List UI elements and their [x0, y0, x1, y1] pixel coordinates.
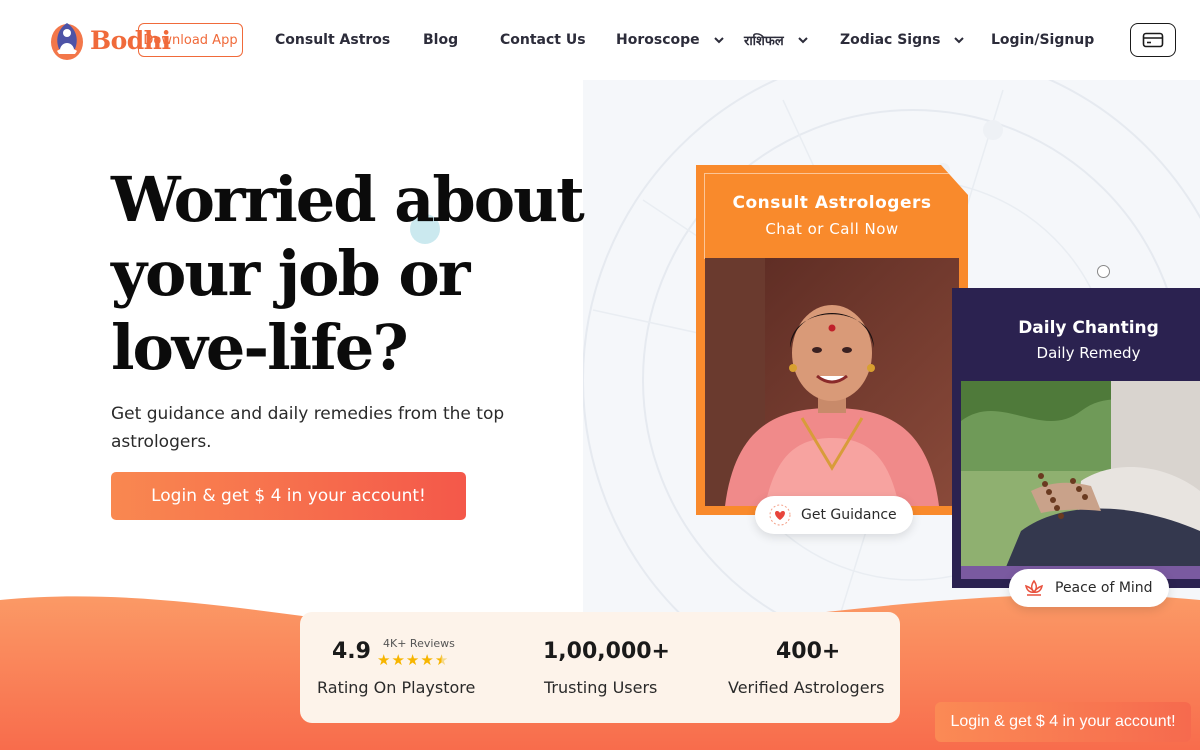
chevron-down-icon — [954, 37, 965, 44]
stat-rating: 4.9 4K+ Reviews ★ ★ ★ ★ ★ Rating On Play… — [300, 612, 490, 723]
wallet-button[interactable] — [1130, 23, 1176, 57]
rating-value: 4.9 — [332, 639, 371, 664]
reviews-count: 4K+ Reviews — [383, 637, 455, 650]
nav-consult-astros[interactable]: Consult Astros — [275, 0, 390, 80]
nav-zodiac-dropdown[interactable]: Zodiac Signs — [840, 0, 966, 80]
get-guidance-label: Get Guidance — [801, 507, 897, 523]
stats-panel: 4.9 4K+ Reviews ★ ★ ★ ★ ★ Rating On Play… — [300, 612, 900, 723]
floating-login-cta-button[interactable]: Login & get $ 4 in your account! — [935, 702, 1191, 742]
half-star-icon: ★ — [434, 651, 449, 669]
stat-astrologers: 400+ Verified Astrologers — [710, 612, 900, 723]
chevron-down-icon — [713, 37, 724, 44]
download-app-button[interactable]: Download App — [138, 23, 243, 57]
rating-label: Rating On Playstore — [317, 678, 476, 697]
nav-horoscope-label: Horoscope — [616, 32, 700, 48]
nav-horoscope-dropdown[interactable]: Horoscope — [616, 0, 726, 80]
nav-blog-label: Blog — [423, 32, 459, 48]
hero-login-cta-button[interactable]: Login & get $ 4 in your account! — [111, 472, 466, 520]
astrologers-value: 400+ — [776, 639, 841, 664]
credit-card-icon — [1142, 32, 1164, 48]
nav-login-label: Login/Signup — [991, 32, 1095, 48]
nav-zodiac-label: Zodiac Signs — [840, 32, 941, 48]
nav-consult-label: Consult Astros — [275, 32, 391, 48]
decorative-circle — [1097, 265, 1110, 278]
astrologers-label: Verified Astrologers — [728, 678, 885, 697]
users-label: Trusting Users — [544, 678, 658, 697]
star-icon: ★ — [420, 651, 434, 669]
stat-users: 1,00,000+ Trusting Users — [500, 612, 700, 723]
meditation-logo-icon — [50, 19, 84, 61]
chevron-down-icon — [798, 37, 808, 44]
star-icon: ★ — [391, 651, 405, 669]
nav-blog[interactable]: Blog — [423, 0, 458, 80]
nav-contact-label: Contact Us — [500, 32, 586, 48]
nav-contact-us[interactable]: Contact Us — [500, 0, 586, 80]
daily-chanting-card[interactable]: Daily Chanting Daily Remedy — [952, 288, 1200, 588]
peace-of-mind-label: Peace of Mind — [1055, 580, 1153, 596]
heart-icon — [769, 504, 791, 526]
meditation-photo — [961, 381, 1200, 579]
consult-astrologers-card[interactable]: Consult Astrologers Chat or Call Now — [696, 165, 968, 515]
peace-of-mind-pill[interactable]: Peace of Mind — [1009, 569, 1169, 607]
consult-card-subtitle: Chat or Call Now — [765, 220, 899, 238]
card-border-decoration — [704, 173, 962, 259]
nav-login-signup[interactable]: Login/Signup — [991, 0, 1094, 80]
hero-title: Worried about your job or love-life? — [111, 163, 585, 384]
lotus-icon — [1023, 577, 1045, 599]
consult-card-title: Consult Astrologers — [732, 193, 932, 213]
nav-rashifal-label: राशिफल — [744, 34, 784, 49]
top-navbar: Bodhi Download App Consult Astros Blog C… — [0, 0, 1200, 80]
chant-card-title: Daily Chanting — [1018, 318, 1159, 338]
rating-stars: ★ ★ ★ ★ ★ — [377, 652, 448, 668]
users-value: 1,00,000+ — [543, 639, 670, 664]
star-icon: ★ — [405, 651, 420, 669]
astrologer-photo — [705, 258, 959, 506]
hero-subtitle: Get guidance and daily remedies from the… — [111, 404, 505, 452]
star-icon: ★ — [377, 651, 391, 669]
nav-rashifal-dropdown[interactable]: राशिफल — [744, 0, 810, 80]
chant-card-subtitle: Daily Remedy — [1036, 344, 1141, 362]
get-guidance-pill[interactable]: Get Guidance — [755, 496, 913, 534]
